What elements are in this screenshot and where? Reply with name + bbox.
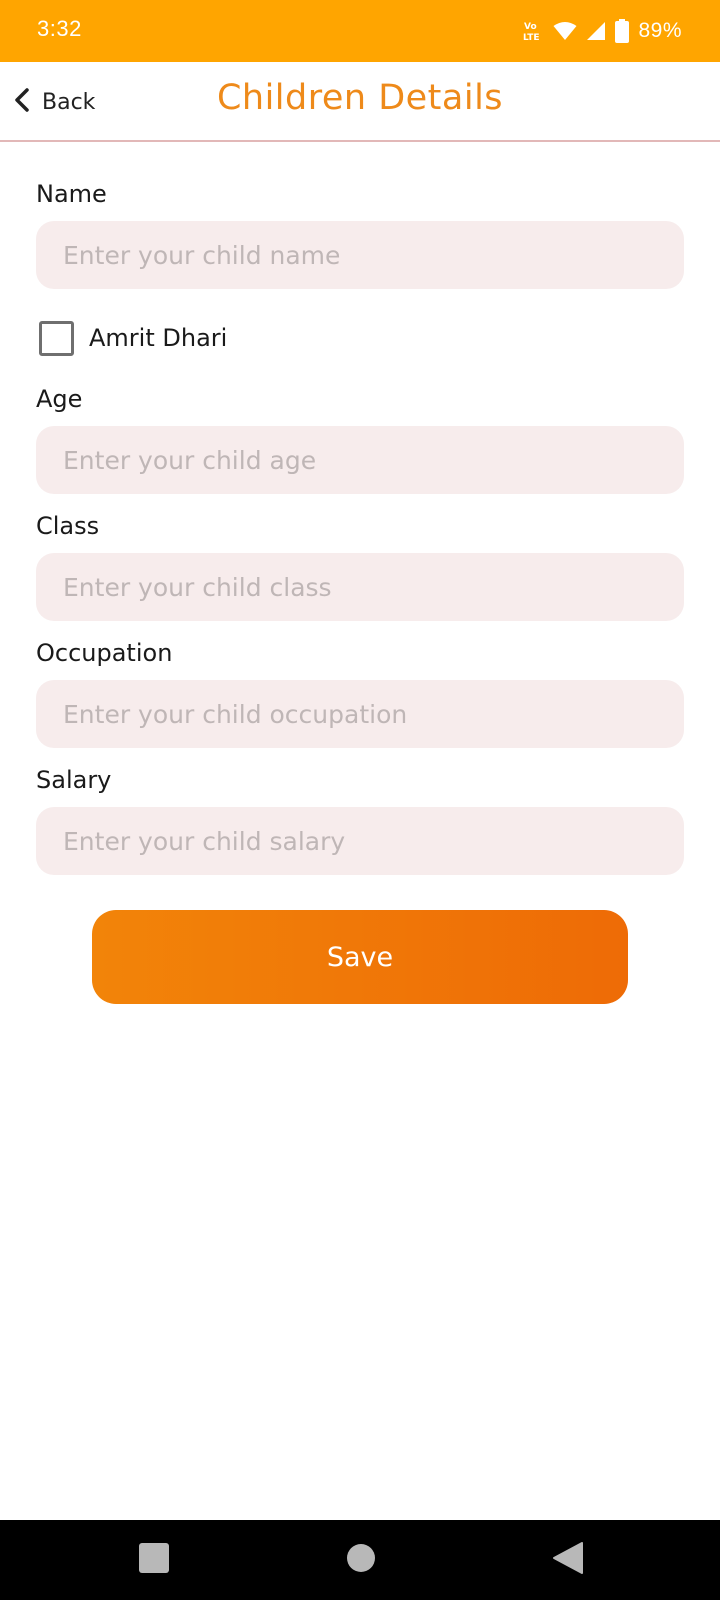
status-bar: 3:32 Vo LTE 89%: [0, 0, 720, 62]
home-button[interactable]: [341, 1542, 381, 1578]
nav-back-button[interactable]: [548, 1542, 588, 1578]
checkbox-box[interactable]: [39, 320, 74, 356]
back-icon: [552, 1541, 584, 1579]
wifi-icon: [553, 21, 577, 41]
age-label: Age: [36, 385, 83, 413]
recents-button[interactable]: [134, 1542, 174, 1578]
occupation-label: Occupation: [36, 639, 173, 667]
class-label: Class: [36, 512, 100, 540]
recents-icon: [139, 1543, 169, 1577]
status-time: 3:32: [37, 16, 82, 41]
svg-text:Vo: Vo: [524, 22, 537, 32]
status-icons: Vo LTE 89%: [522, 14, 682, 48]
volte-icon: Vo LTE: [522, 19, 544, 43]
salary-input[interactable]: [36, 807, 684, 875]
amrit-dhari-label: Amrit Dhari: [89, 324, 228, 352]
svg-text:LTE: LTE: [523, 33, 540, 43]
occupation-input[interactable]: [36, 680, 684, 748]
page-title: Children Details: [216, 78, 504, 118]
battery-icon: [615, 19, 630, 43]
age-input[interactable]: [36, 426, 684, 494]
name-input[interactable]: [36, 221, 684, 289]
class-input[interactable]: [36, 553, 684, 621]
app-bar: Back Children Details: [0, 62, 720, 142]
home-icon: [346, 1543, 376, 1577]
name-label: Name: [36, 180, 107, 208]
navigation-bar: [0, 1520, 720, 1600]
cell-signal-icon: [586, 21, 606, 41]
battery-percent: 89%: [638, 19, 682, 42]
save-button[interactable]: Save: [92, 910, 628, 1004]
salary-label: Salary: [36, 766, 112, 794]
amrit-dhari-checkbox[interactable]: Amrit Dhari: [39, 320, 227, 356]
